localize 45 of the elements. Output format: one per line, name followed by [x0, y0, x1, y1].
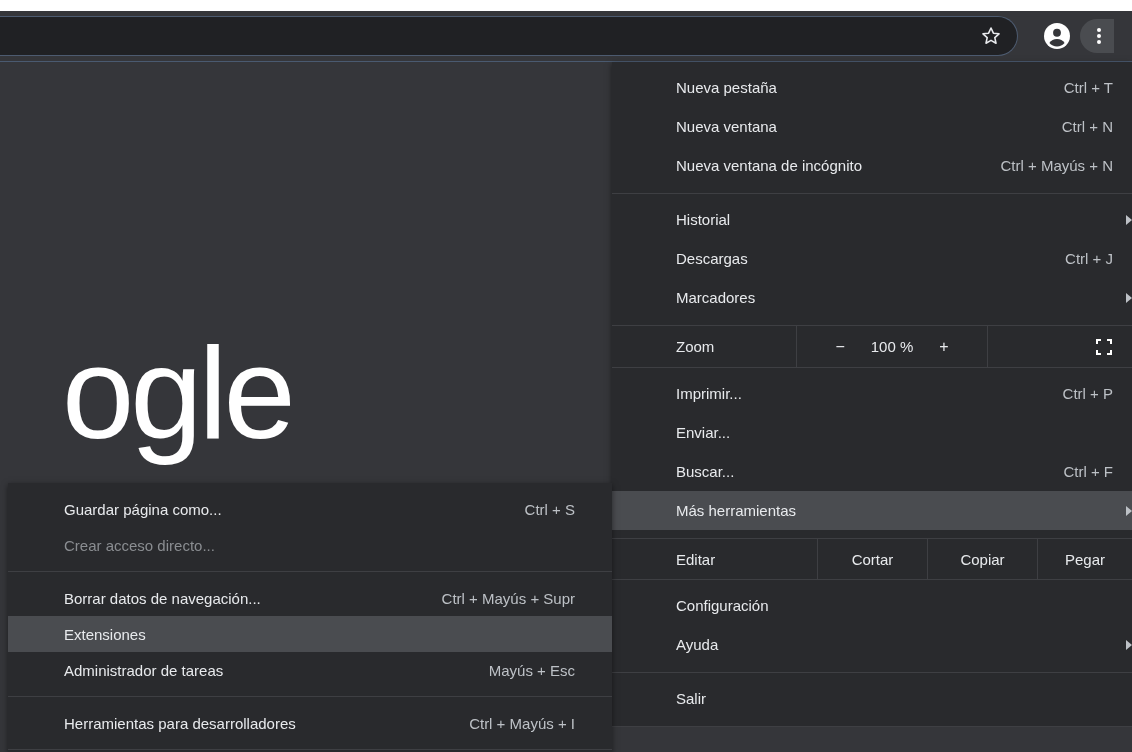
- zoom-label: Zoom: [675, 337, 716, 357]
- logo-text: ogle: [62, 319, 292, 468]
- menu-icon: [1096, 27, 1102, 45]
- menu-item[interactable]: Marcadores: [612, 278, 1132, 317]
- menu-item[interactable]: Nueva ventana de incógnito Ctrl + Mayús + N: [612, 146, 1132, 185]
- submenu-arrow-icon: [1126, 293, 1132, 303]
- menu-item[interactable]: Configuración: [612, 586, 1132, 625]
- menu-item[interactable]: Borrar datos de navegación... Ctrl + Mayús + Supr: [8, 580, 612, 616]
- profile-icon[interactable]: [1044, 23, 1070, 49]
- menu-item[interactable]: Más herramientas: [612, 491, 1132, 530]
- shortcut-text: Ctrl + Mayús + I: [469, 714, 575, 732]
- submenu-arrow-icon: [1126, 506, 1132, 516]
- menu-item[interactable]: Descargas Ctrl + J: [612, 239, 1132, 278]
- shortcut-text: Ctrl + Mayús + Supr: [441, 589, 575, 607]
- edit-button[interactable]: Cortar: [817, 539, 927, 579]
- menu-item[interactable]: Administrador de tareas Mayús + Esc: [8, 652, 612, 688]
- shortcut-text: Ctrl + N: [1061, 118, 1113, 135]
- zoom-out-button[interactable]: −: [829, 337, 851, 356]
- edit-label: Editar: [675, 549, 717, 570]
- star-icon[interactable]: [981, 26, 1001, 46]
- shortcut-text: Ctrl + J: [1065, 250, 1113, 267]
- menu-item[interactable]: Ayuda: [612, 625, 1132, 664]
- shortcut-text: Ctrl + Mayús + N: [1000, 157, 1113, 174]
- submenu-arrow-icon: [1126, 640, 1132, 650]
- submenu-arrow-icon: [1126, 215, 1132, 225]
- menu-item[interactable]: Historial: [612, 200, 1132, 239]
- menu-item[interactable]: Herramientas para desarrolladores Ctrl + Mayús + I: [8, 705, 612, 741]
- edit-button[interactable]: Copiar: [927, 539, 1037, 579]
- menu-item[interactable]: Guardar página como... Ctrl + S: [8, 491, 612, 527]
- menu-item[interactable]: Nueva ventana Ctrl + N: [612, 107, 1132, 146]
- shortcut-text: Ctrl + T: [1063, 79, 1113, 96]
- menu-item[interactable]: Enviar...: [612, 413, 1132, 452]
- shortcut-text: Ctrl + P: [1062, 385, 1113, 402]
- fullscreen-icon[interactable]: [1096, 338, 1112, 355]
- menu-button[interactable]: [1080, 19, 1114, 53]
- zoom-value: 100 %: [870, 338, 914, 355]
- shortcut-text: Ctrl + S: [524, 500, 575, 518]
- shortcut-text: Mayús + Esc: [488, 661, 575, 679]
- menu-item[interactable]: Nueva pestaña Ctrl + T: [612, 68, 1132, 107]
- menu-item[interactable]: Extensiones: [8, 616, 612, 652]
- zoom-in-button[interactable]: +: [933, 337, 955, 356]
- menu-item[interactable]: Imprimir... Ctrl + P: [612, 374, 1132, 413]
- shortcut-text: Ctrl + F: [1063, 463, 1113, 480]
- menu-item[interactable]: Buscar... Ctrl + F: [612, 452, 1132, 491]
- edit-button[interactable]: Pegar: [1037, 539, 1132, 579]
